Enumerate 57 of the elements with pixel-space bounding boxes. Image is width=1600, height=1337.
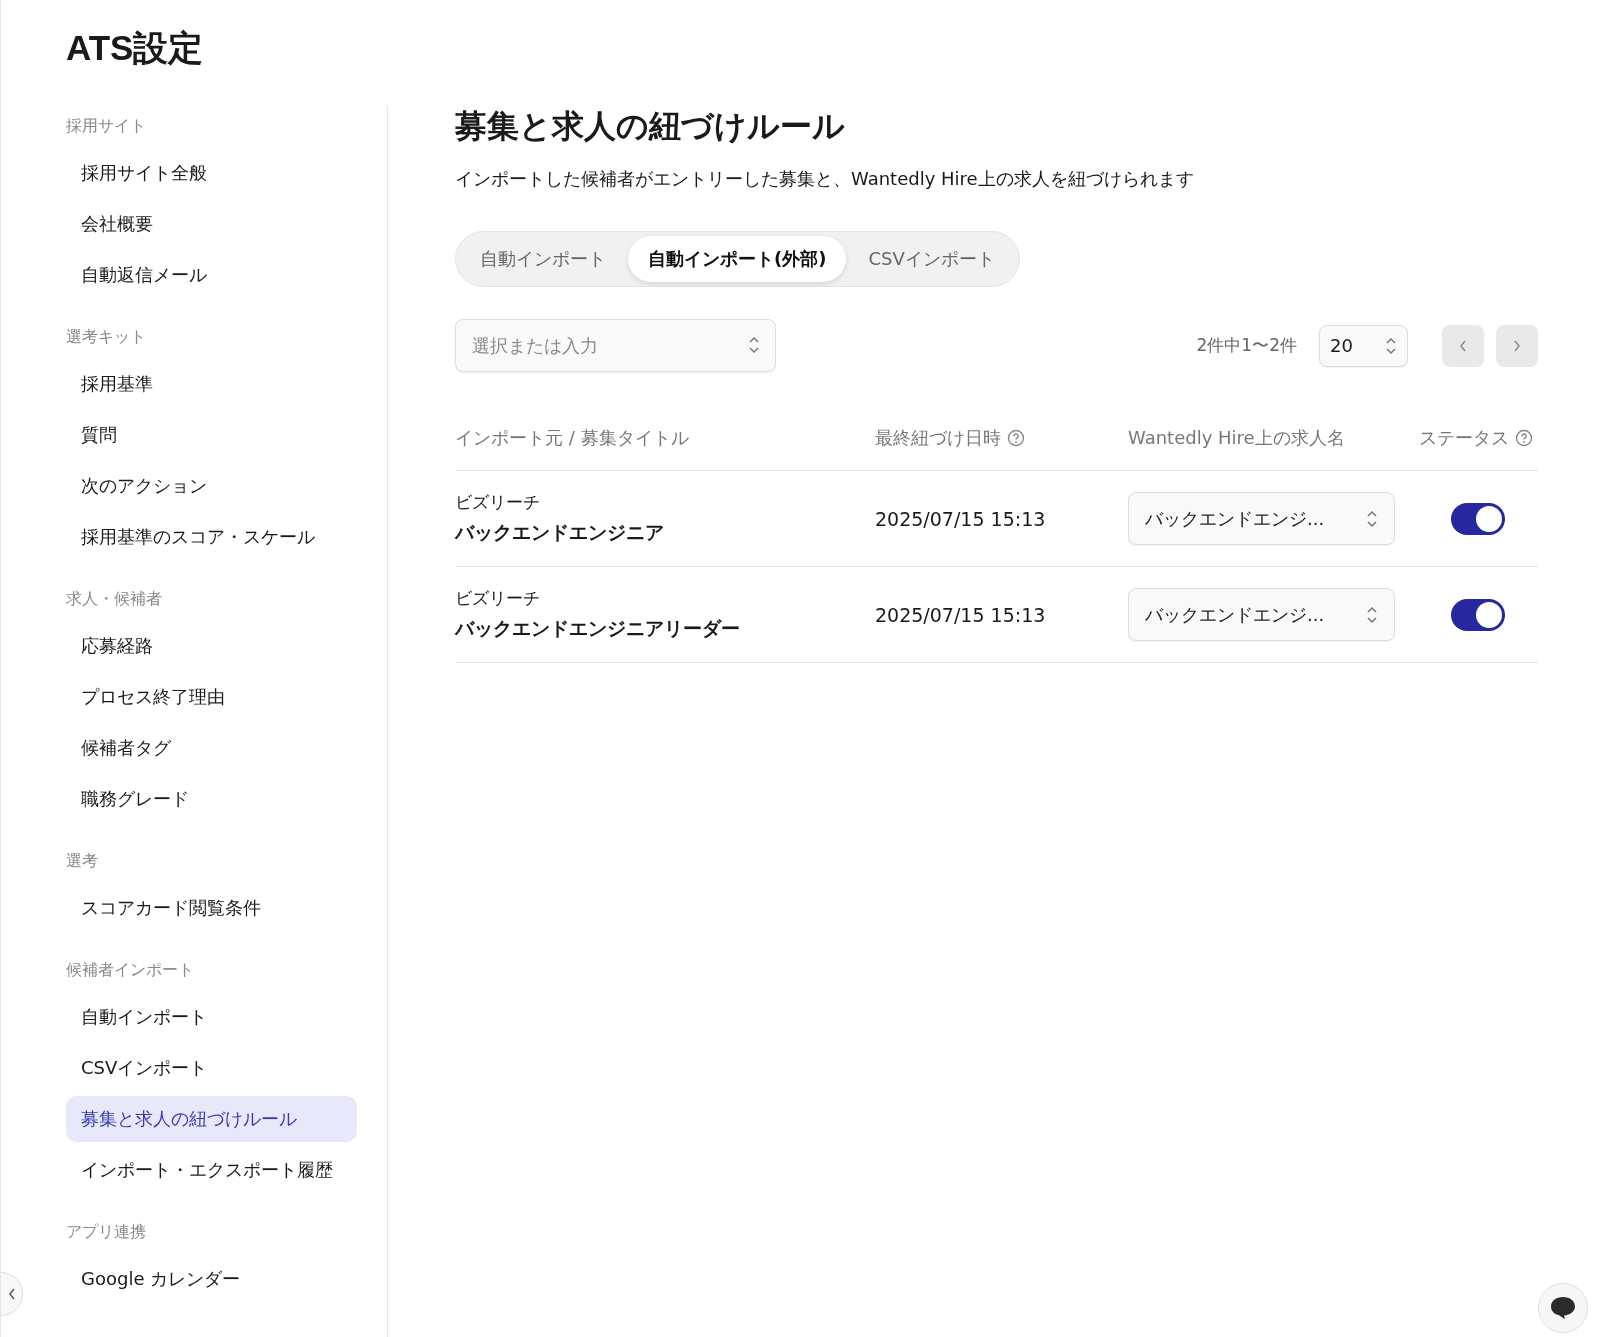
import-source: ビズリーチ <box>455 587 541 610</box>
nav-item[interactable]: プロセス終了理由 <box>66 674 357 720</box>
job-select[interactable]: バックエンドエンジ... <box>1128 588 1395 641</box>
column-header: インポート元 / 募集タイトル <box>455 426 689 450</box>
section-description: インポートした候補者がエントリーした募集と、Wantedly Hire上の求人を紐づけられます <box>455 167 1195 191</box>
nav-section-heading: 候補者インポート <box>66 959 195 981</box>
speech-bubble-icon <box>1549 1295 1577 1321</box>
chevron-right-icon <box>1513 338 1521 353</box>
filter-select[interactable]: 選択または入力 <box>455 319 776 372</box>
chevron-left-icon <box>1459 338 1467 353</box>
nav-item[interactable]: 次のアクション <box>66 463 357 509</box>
nav-item[interactable]: 採用基準のスコア・スケール <box>66 514 357 560</box>
column-header: Wantedly Hire上の求人名 <box>1128 426 1345 450</box>
nav-item[interactable]: 会社概要 <box>66 201 357 247</box>
up-down-chevron-icon <box>1366 604 1378 625</box>
timestamp: 2025/07/15 15:13 <box>875 603 1046 626</box>
nav-section-heading: 選考 <box>66 850 99 872</box>
nav-item[interactable]: 質問 <box>66 412 357 458</box>
nav-item[interactable]: 自動返信メール <box>66 252 357 298</box>
nav-item[interactable]: 応募経路 <box>66 623 357 669</box>
nav-section-heading: 選考キット <box>66 326 147 348</box>
import-source: ビズリーチ <box>455 491 541 514</box>
toggle-switch[interactable] <box>1451 598 1505 631</box>
page-title: ATS設定 <box>66 27 205 69</box>
up-down-chevron-icon <box>1366 508 1378 529</box>
nav-section-heading: アプリ連携 <box>66 1221 147 1243</box>
nav-section-heading: 求人・候補者 <box>66 588 163 610</box>
nav-item[interactable]: 採用サイト全般 <box>66 150 357 196</box>
up-down-chevron-icon <box>748 335 760 355</box>
nav-item[interactable]: 職務グレード <box>66 776 357 822</box>
nav-item[interactable]: 募集と求人の紐づけルール <box>66 1096 357 1142</box>
chat-button[interactable] <box>1538 1283 1588 1333</box>
nav-item[interactable]: インポート・エクスポート履歴 <box>66 1147 357 1193</box>
timestamp: 2025/07/15 15:13 <box>875 507 1046 530</box>
result-count: 2件中1〜2件 <box>1196 334 1297 357</box>
tab[interactable]: 自動インポート <box>460 236 626 282</box>
nav-section-heading: 採用サイト <box>66 115 147 137</box>
column-header: ステータス <box>1419 426 1509 450</box>
toggle-switch[interactable] <box>1451 502 1505 535</box>
posting-title: バックエンドエンジニアリーダー <box>455 616 741 641</box>
nav-item[interactable]: スコアカード閲覧条件 <box>66 885 357 931</box>
nav-item[interactable]: 自動インポート <box>66 994 357 1040</box>
nav-item[interactable]: CSVインポート <box>66 1045 357 1091</box>
chevron-left-icon <box>8 1287 16 1301</box>
tab[interactable]: CSVインポート <box>848 236 1015 282</box>
help-icon[interactable] <box>1007 429 1025 447</box>
help-icon[interactable] <box>1515 429 1533 447</box>
up-down-chevron-icon <box>1385 335 1397 356</box>
nav-item[interactable]: 採用基準 <box>66 361 357 407</box>
nav-item[interactable]: Google カレンダー <box>66 1256 357 1302</box>
tab[interactable]: 自動インポート(外部) <box>628 236 847 282</box>
column-header: 最終紐づけ日時 <box>875 426 1001 450</box>
job-select[interactable]: バックエンドエンジ... <box>1128 492 1395 545</box>
section-title: 募集と求人の紐づけルール <box>455 106 846 147</box>
posting-title: バックエンドエンジニア <box>455 520 665 545</box>
nav-item[interactable]: 候補者タグ <box>66 725 357 771</box>
page-size-select[interactable]: 20 <box>1319 324 1408 367</box>
